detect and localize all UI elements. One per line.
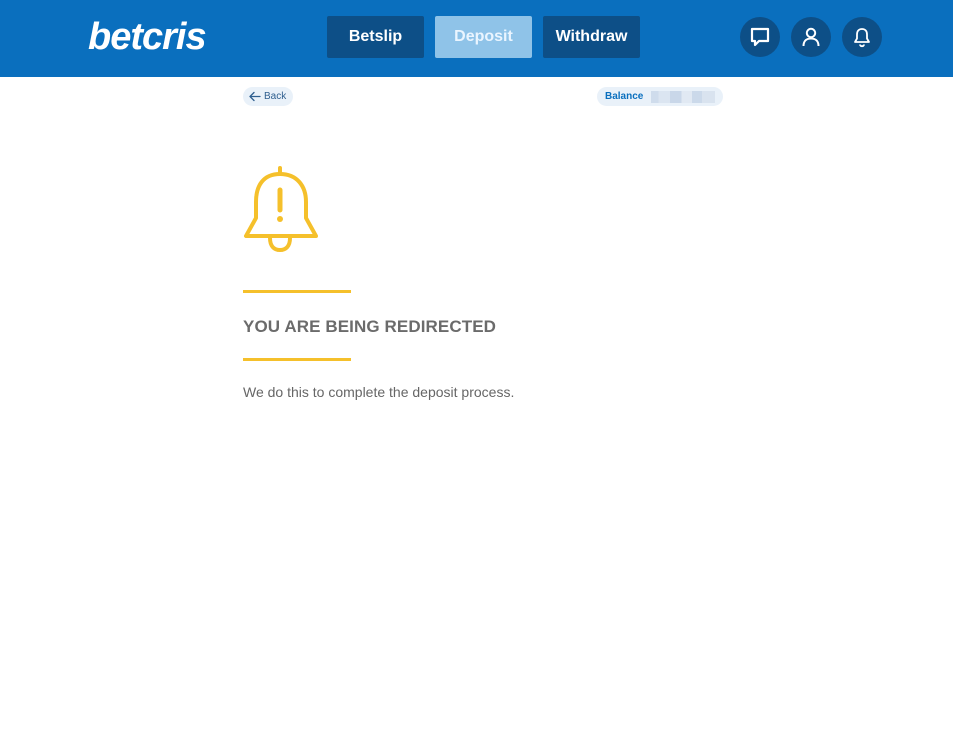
deposit-button[interactable]: Deposit [435, 16, 532, 58]
redirect-message: We do this to complete the deposit proce… [243, 384, 515, 400]
divider-bottom [243, 358, 351, 361]
page-title: YOU ARE BEING REDIRECTED [243, 317, 497, 336]
balance-label: Balance [605, 91, 644, 102]
balance-badge: Balance [597, 87, 723, 106]
chat-button[interactable] [740, 17, 780, 57]
balance-value-redacted [651, 90, 716, 103]
user-icon [802, 27, 820, 47]
chat-icon [750, 27, 770, 47]
bell-icon [854, 28, 870, 48]
account-button[interactable] [791, 17, 831, 57]
arrow-left-icon [249, 91, 261, 102]
withdraw-button[interactable]: Withdraw [543, 16, 640, 58]
betcris-logo[interactable]: betcris [88, 14, 207, 60]
alert-bell-icon [244, 166, 318, 252]
betslip-button[interactable]: Betslip [327, 16, 424, 58]
back-label: Back [264, 91, 287, 102]
divider-top [243, 290, 351, 293]
notifications-button[interactable] [842, 17, 882, 57]
top-header: betcris Betslip Deposit Withdraw [0, 0, 953, 77]
back-button[interactable]: Back [243, 87, 293, 106]
